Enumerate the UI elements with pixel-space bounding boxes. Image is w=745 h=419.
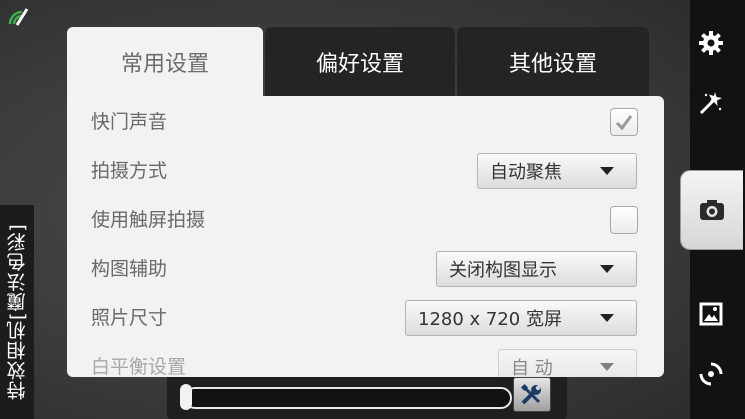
composition-guide-dropdown[interactable]: 关闭构图显示: [436, 251, 637, 287]
setting-row-touch-capture: 使用触屏拍摄: [67, 196, 664, 245]
tab-preference-settings[interactable]: 偏好设置: [265, 27, 455, 97]
dropdown-arrow-icon: [600, 265, 614, 273]
checkmark-icon: [615, 115, 633, 130]
setting-label: 拍摄方式: [91, 160, 168, 182]
app-vertical-title: 特效相机[魔法色彩]: [0, 205, 34, 419]
dropdown-value: 自 动: [511, 358, 553, 377]
zoom-slider-thumb[interactable]: [180, 384, 192, 410]
setting-row-shooting-mode: 拍摄方式 自动聚焦: [67, 147, 664, 196]
setting-row-white-balance: 白平衡设置 自 动: [67, 343, 664, 377]
setting-label: 白平衡设置: [91, 356, 187, 377]
gear-icon: [699, 31, 723, 55]
setting-row-photo-size: 照片尺寸 1280 x 720 宽屏: [67, 294, 664, 343]
settings-panel: 快门声音 拍摄方式 自动聚焦 使用触屏拍摄 构图辅助 关闭构图显示 照片尺寸 1…: [67, 96, 664, 377]
effects-button[interactable]: [690, 80, 732, 124]
setting-row-composition-guide: 构图辅助 关闭构图显示: [67, 245, 664, 294]
setting-label: 照片尺寸: [91, 307, 168, 329]
wrench-screwdriver-icon: [520, 383, 541, 404]
dropdown-arrow-icon: [600, 314, 614, 322]
shooting-mode-dropdown[interactable]: 自动聚焦: [477, 153, 637, 189]
touch-capture-checkbox[interactable]: [610, 206, 638, 234]
tab-other-settings[interactable]: 其他设置: [457, 27, 649, 97]
white-balance-dropdown[interactable]: 自 动: [498, 349, 637, 377]
setting-label: 构图辅助: [91, 258, 168, 280]
tab-common-settings[interactable]: 常用设置: [67, 27, 263, 97]
gallery-button[interactable]: [690, 292, 732, 336]
camera-icon: [700, 200, 724, 220]
effects-wand-icon: [699, 92, 722, 115]
dropdown-value: 关闭构图显示: [449, 260, 557, 281]
dropdown-value: 自动聚焦: [490, 162, 562, 183]
switch-camera-button[interactable]: [690, 352, 732, 396]
setting-row-shutter-sound: 快门声音: [67, 98, 664, 147]
dropdown-arrow-icon: [600, 363, 614, 371]
setting-label: 快门声音: [91, 111, 168, 133]
camera-mode-tab[interactable]: [680, 170, 743, 250]
tools-button[interactable]: [513, 377, 551, 412]
signal-icon: [8, 8, 29, 26]
dropdown-arrow-icon: [600, 167, 614, 175]
setting-label: 使用触屏拍摄: [91, 209, 206, 231]
switch-camera-icon: [699, 362, 723, 386]
shutter-sound-checkbox[interactable]: [610, 108, 638, 136]
settings-button[interactable]: [690, 21, 732, 65]
dropdown-value: 1280 x 720 宽屏: [418, 309, 562, 330]
gallery-icon: [699, 302, 723, 326]
zoom-slider-track[interactable]: [184, 387, 512, 409]
photo-size-dropdown[interactable]: 1280 x 720 宽屏: [405, 300, 637, 336]
